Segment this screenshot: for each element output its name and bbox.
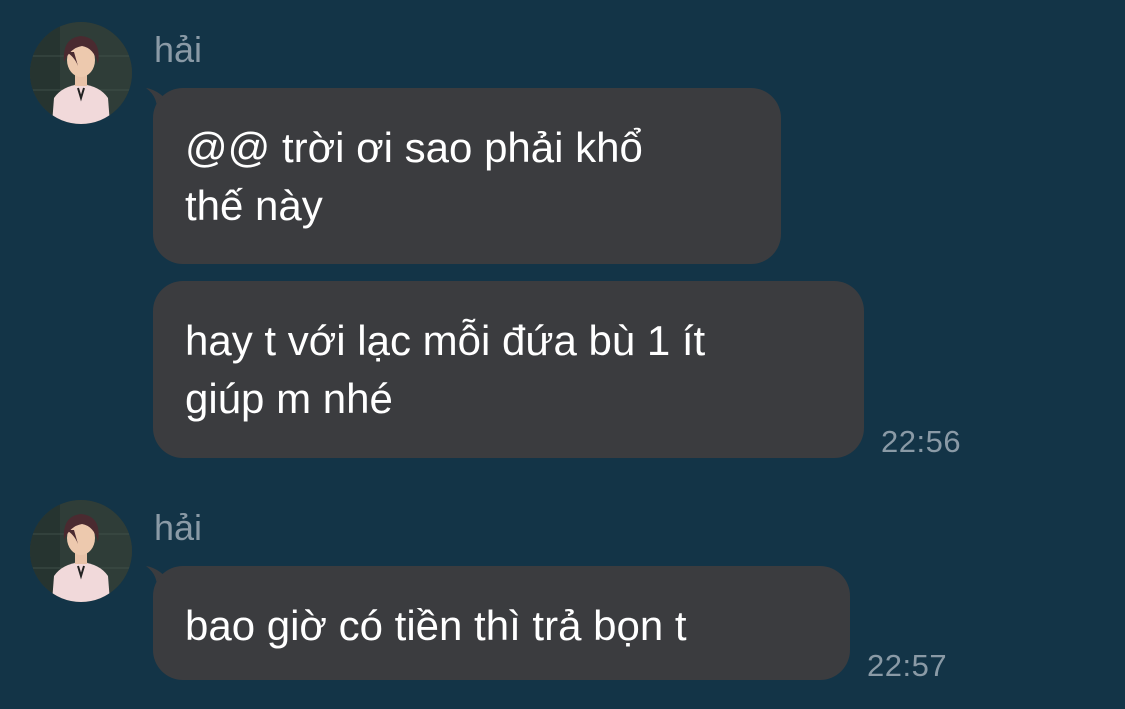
message-text-line: giúp m nhé [185, 375, 393, 422]
message-text-line: thế này [185, 182, 323, 229]
sender-avatar[interactable] [30, 22, 132, 124]
message-timestamp: 22:56 [881, 424, 962, 459]
sender-name: hải [154, 507, 203, 548]
sender-name: hải [154, 29, 203, 70]
message-bubble[interactable]: hay t với lạc mỗi đứa bù 1 ít giúp m nhé [153, 281, 864, 458]
avatar-photo-icon [30, 22, 132, 124]
message-bubble[interactable]: bao giờ có tiền thì trả bọn t [153, 566, 850, 680]
avatar-photo-icon [30, 500, 132, 602]
message-bubble[interactable]: @@ trời ơi sao phải khổ thế này [153, 88, 781, 264]
message-text-line: @@ trời ơi sao phải khổ [185, 124, 643, 171]
sender-avatar[interactable] [30, 500, 132, 602]
message-timestamp: 22:57 [867, 648, 948, 683]
message-text-line: hay t với lạc mỗi đứa bù 1 ít [185, 317, 706, 364]
message-text-line: bao giờ có tiền thì trả bọn t [185, 602, 687, 649]
